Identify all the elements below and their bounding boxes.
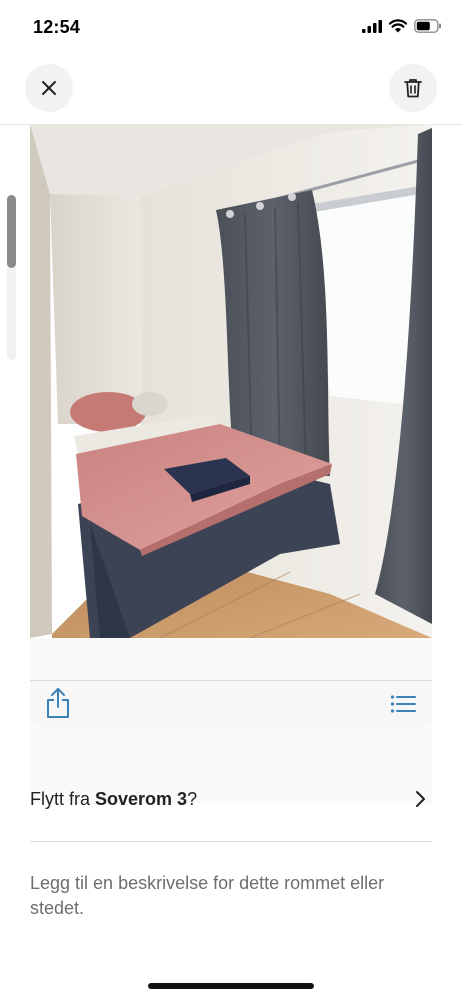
list-icon [390,695,416,713]
delete-button[interactable] [389,64,437,112]
bedroom-photo-image [30,124,432,638]
close-button[interactable] [25,64,73,112]
row-divider [30,841,432,842]
trash-icon [404,79,422,98]
chevron-right-icon [416,791,425,807]
move-suffix: ? [187,788,198,809]
wifi-icon [389,19,407,33]
home-indicator[interactable] [148,983,314,989]
move-from-room-row[interactable]: Flytt fra Soverom 3? [30,776,432,822]
move-from-room-label: Flytt fra Soverom 3? [30,789,197,810]
list-button[interactable] [390,693,416,715]
status-bar: 12:54 [0,0,462,56]
scrollbar-thumb[interactable] [7,195,16,268]
move-prefix: Flytt fra [30,788,96,809]
share-icon [47,688,69,718]
room-name: Soverom 3 [95,788,188,809]
status-icons [362,19,442,33]
battery-icon [414,19,441,33]
description-field[interactable]: Legg til en beskrivelse for dette rommet… [30,871,410,921]
close-icon [42,81,56,95]
status-time: 12:54 [33,17,81,37]
photo-card [30,124,432,804]
room-photo[interactable] [30,124,432,638]
signal-icon [362,19,382,33]
share-button[interactable] [44,687,72,719]
photo-toolbar [30,680,432,727]
